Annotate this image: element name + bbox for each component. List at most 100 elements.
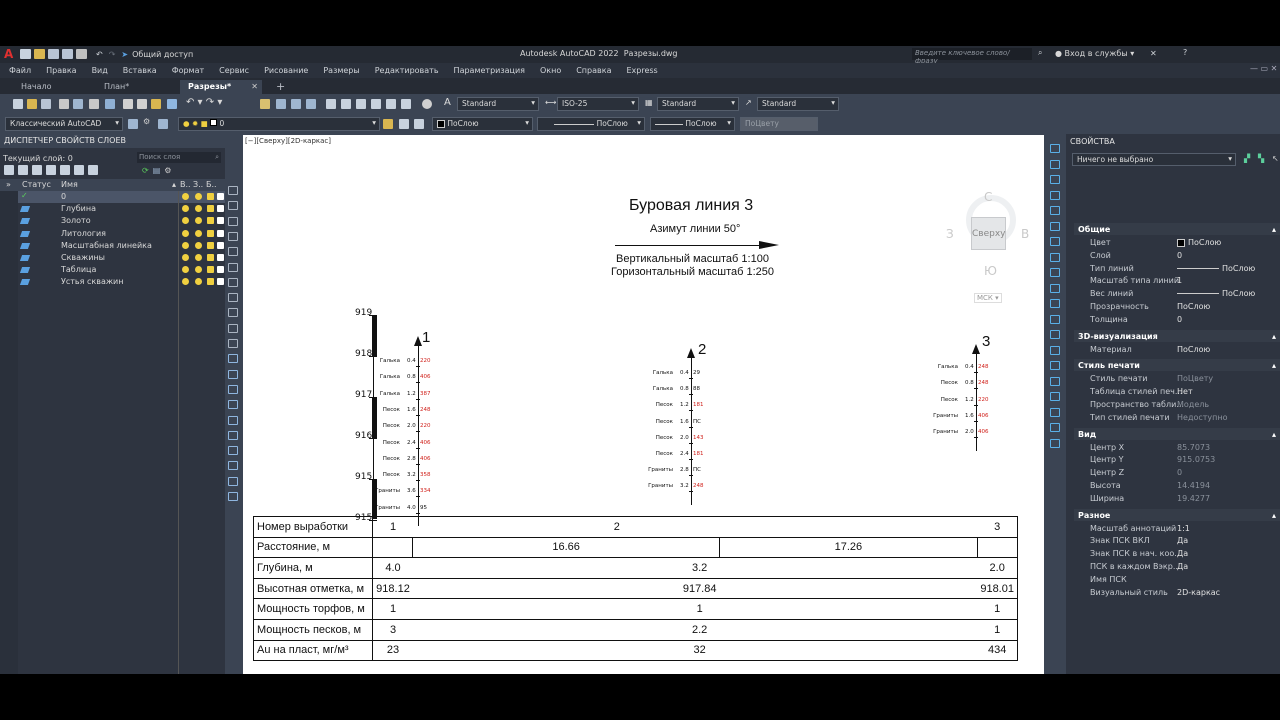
- property-row[interactable]: Масштаб типа линий 1: [1074, 275, 1280, 288]
- qnew-icon[interactable]: [13, 99, 23, 109]
- menu-draw[interactable]: Рисование: [264, 66, 308, 75]
- collapse-icon[interactable]: ▴: [1272, 430, 1276, 439]
- collapse-icon[interactable]: ▴: [1272, 361, 1276, 370]
- add-selected-icon[interactable]: [228, 476, 238, 486]
- property-value-cell[interactable]: 0: [1177, 468, 1182, 477]
- pan-icon[interactable]: [260, 99, 270, 109]
- property-value-cell[interactable]: 915.0753: [1177, 455, 1215, 464]
- property-value-cell[interactable]: ПоСлою: [1177, 264, 1255, 273]
- property-section[interactable]: Общие ▴: [1074, 223, 1280, 235]
- property-section[interactable]: Стиль печати ▴: [1074, 359, 1280, 372]
- polyline-icon[interactable]: [228, 216, 238, 226]
- mtext-icon[interactable]: [228, 461, 238, 471]
- lock-icon[interactable]: [207, 229, 214, 237]
- menu-window[interactable]: Окно: [540, 66, 561, 75]
- draworder-icon[interactable]: [1050, 438, 1060, 448]
- table-icon[interactable]: [228, 446, 238, 456]
- menu-edit[interactable]: Правка: [46, 66, 76, 75]
- explode-icon[interactable]: [1050, 392, 1060, 401]
- save-icon[interactable]: [48, 49, 59, 59]
- open-file-icon[interactable]: [34, 49, 45, 59]
- sun-icon[interactable]: [195, 241, 202, 249]
- col-on[interactable]: В..: [180, 180, 191, 189]
- gear-icon[interactable]: ⚙: [143, 117, 150, 126]
- col-freeze[interactable]: З..: [193, 180, 203, 189]
- property-row[interactable]: Высота 14.4194: [1074, 480, 1280, 493]
- lock-icon[interactable]: [207, 241, 214, 249]
- bulb-icon[interactable]: [182, 217, 189, 225]
- collapse-icon[interactable]: ▴: [1272, 332, 1276, 341]
- layer-row[interactable]: Таблица: [0, 264, 225, 276]
- color-swatch-icon[interactable]: [217, 205, 224, 213]
- rotate-icon[interactable]: [1050, 237, 1060, 246]
- zoom-realtime-icon[interactable]: [276, 99, 286, 109]
- trim-icon[interactable]: [1050, 283, 1060, 293]
- markup-icon[interactable]: [386, 99, 396, 109]
- help-icon-2[interactable]: [422, 99, 432, 109]
- property-row[interactable]: Толщина 0: [1074, 314, 1280, 327]
- new-layer-vp-icon[interactable]: [60, 165, 70, 175]
- erase-icon[interactable]: [1050, 144, 1060, 153]
- point-icon[interactable]: [228, 384, 238, 394]
- sun-icon[interactable]: [195, 278, 202, 286]
- tab-sections[interactable]: Разрезы* ✕: [180, 80, 262, 94]
- table-style-select[interactable]: Standard ▾: [657, 97, 739, 111]
- cut-icon[interactable]: [123, 99, 133, 109]
- color-swatch-icon[interactable]: [217, 241, 224, 249]
- match-prop-icon[interactable]: [167, 99, 177, 109]
- layer-state-icon[interactable]: [414, 119, 424, 129]
- save-as-icon[interactable]: [62, 49, 73, 59]
- publish-icon[interactable]: [89, 99, 99, 109]
- new-group-filter-icon[interactable]: [18, 165, 28, 175]
- sun-icon[interactable]: [195, 217, 202, 225]
- compass-north[interactable]: С: [984, 190, 992, 204]
- sign-in-button[interactable]: ● Вход в службы ▾: [1055, 49, 1134, 58]
- bulb-icon[interactable]: [182, 193, 189, 200]
- collapse-icon[interactable]: ▴: [1272, 511, 1276, 520]
- open-icon[interactable]: [27, 99, 37, 109]
- plotstyle-select[interactable]: ПоЦвету: [740, 117, 818, 131]
- layer-edit-icon[interactable]: ▤: [153, 166, 161, 175]
- copy-object-icon[interactable]: [1050, 159, 1060, 169]
- design-center-icon[interactable]: [341, 99, 351, 109]
- move-icon[interactable]: [1050, 221, 1060, 231]
- line-icon[interactable]: [228, 186, 238, 195]
- bulb-icon[interactable]: [182, 254, 189, 261]
- workspace-settings-icon[interactable]: [128, 119, 138, 129]
- property-value-cell[interactable]: 0: [1177, 251, 1182, 260]
- blend-icon[interactable]: [1050, 376, 1060, 386]
- set-current-icon[interactable]: [88, 165, 98, 175]
- property-row[interactable]: Центр Y 915.0753: [1074, 454, 1280, 467]
- property-value-cell[interactable]: Нет: [1177, 387, 1193, 396]
- property-row[interactable]: Центр X 85.7073: [1074, 442, 1280, 455]
- extend-icon[interactable]: [1050, 299, 1060, 308]
- layer-row[interactable]: Устья скважин: [0, 276, 225, 288]
- drawing-canvas[interactable]: [−][Сверху][2D-каркас] Сверху С Ю З В МС…: [243, 135, 1044, 674]
- autocad-logo-icon[interactable]: A: [4, 47, 13, 61]
- property-value-cell[interactable]: ПоЦвету: [1177, 374, 1213, 383]
- property-value-cell[interactable]: 1:1: [1177, 524, 1190, 533]
- new-tab-icon[interactable]: +: [268, 78, 293, 93]
- property-value-cell[interactable]: ПоСлою: [1177, 289, 1255, 298]
- color-swatch-icon[interactable]: [217, 278, 224, 286]
- join-icon[interactable]: [1050, 330, 1060, 339]
- color-swatch-icon[interactable]: [217, 193, 224, 200]
- selection-select[interactable]: Ничего не выбрано ▾: [1072, 153, 1236, 166]
- search-icon[interactable]: ⌕: [1038, 48, 1042, 58]
- property-value-cell[interactable]: Недоступно: [1177, 413, 1228, 422]
- layer-row[interactable]: Глубина: [0, 203, 225, 215]
- zoom-window-icon[interactable]: [291, 99, 301, 109]
- make-block-icon[interactable]: [228, 369, 238, 379]
- property-value-cell[interactable]: ПоСлою: [1177, 345, 1210, 354]
- share-icon[interactable]: ➤: [121, 50, 128, 59]
- spline-icon[interactable]: [228, 308, 238, 318]
- property-row[interactable]: Знак ПСК ВКЛ Да: [1074, 535, 1280, 548]
- region-icon[interactable]: [228, 430, 238, 440]
- ucs-menu[interactable]: МСК ▾: [974, 293, 1002, 303]
- sun-icon[interactable]: [195, 205, 202, 213]
- make-current-icon[interactable]: [383, 119, 393, 129]
- property-row[interactable]: Ширина 19.4277: [1074, 493, 1280, 506]
- property-value-cell[interactable]: Да: [1177, 549, 1188, 558]
- bulb-icon[interactable]: [182, 266, 189, 274]
- menu-help[interactable]: Справка: [576, 66, 611, 75]
